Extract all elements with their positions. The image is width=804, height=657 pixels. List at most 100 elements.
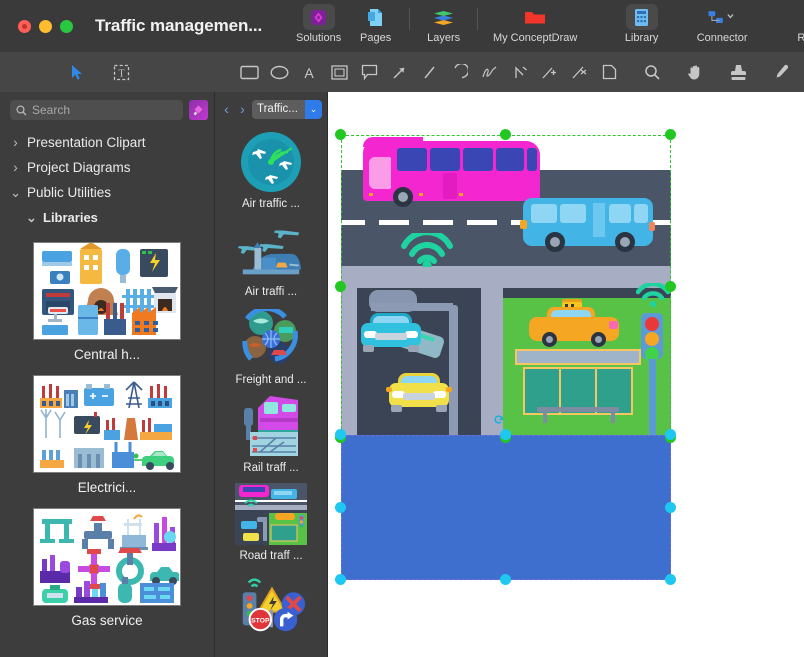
- shape-handle-nw[interactable]: [335, 429, 346, 440]
- item-label: Air traffic ...: [242, 198, 300, 210]
- library-thumb-electricity[interactable]: Electrici...: [0, 375, 214, 495]
- pink-bus-nose: [363, 137, 423, 147]
- toolbar-item-library[interactable]: Library: [613, 0, 670, 50]
- delete-point-tool[interactable]: [564, 58, 594, 86]
- library-item-road-traffic[interactable]: Road traff ...: [215, 480, 327, 562]
- toolbar-item-layers[interactable]: Layers: [415, 0, 472, 50]
- selection-handle-nw[interactable]: [335, 129, 346, 140]
- text-select-tool[interactable]: T: [106, 58, 136, 86]
- pages-document-icon: [360, 4, 392, 30]
- frame-tool[interactable]: [324, 58, 354, 86]
- sidebar-item-libraries[interactable]: ⌄ Libraries: [0, 205, 214, 230]
- arrow-tool[interactable]: [384, 58, 414, 86]
- library-item-list: Air traffic ... Air traffi ... Freight a…: [215, 122, 327, 644]
- thumbnail-label: Electrici...: [77, 480, 137, 495]
- tools-toolbar: T A: [0, 52, 804, 92]
- page-corner-tool[interactable]: [594, 58, 624, 86]
- magnifier-icon[interactable]: [637, 58, 667, 86]
- library-item-air-traffic-airport[interactable]: Air traffi ...: [215, 216, 327, 298]
- svg-text:T: T: [118, 68, 124, 79]
- selection-handle-w[interactable]: [335, 281, 346, 292]
- library-thumb-gas-service[interactable]: Gas service: [0, 508, 214, 628]
- rectangle-tool[interactable]: [234, 58, 264, 86]
- traffic-light: [641, 313, 663, 439]
- road-traffic-illustration[interactable]: [341, 135, 671, 439]
- freehand-tool[interactable]: [474, 58, 504, 86]
- bezier-pen-tool[interactable]: [504, 58, 534, 86]
- sidebar-item-label: Libraries: [43, 210, 98, 225]
- eyedropper-icon[interactable]: [766, 58, 796, 86]
- sidebar-item-project-diagrams[interactable]: › Project Diagrams: [0, 155, 214, 180]
- drawing-canvas[interactable]: [328, 92, 804, 657]
- item-thumbnail: [235, 216, 307, 284]
- stamp-icon[interactable]: [723, 58, 753, 86]
- search-input[interactable]: [32, 103, 178, 117]
- close-button[interactable]: [18, 19, 31, 33]
- add-point-tool[interactable]: [534, 58, 564, 86]
- library-item-air-traffic-radar[interactable]: Air traffic ...: [215, 128, 327, 210]
- thumbnail-image: [33, 242, 181, 340]
- shape-handle-se[interactable]: [665, 574, 676, 585]
- nav-prev-icon[interactable]: ‹: [220, 101, 233, 117]
- arc-tool[interactable]: [444, 58, 474, 86]
- yellow-car: [386, 373, 452, 412]
- toolbar-divider-2: [477, 8, 479, 30]
- pointer-tool[interactable]: [62, 58, 92, 86]
- callout-tool[interactable]: [354, 58, 384, 86]
- top-toolbar: Solutions Pages Layers My ConceptDraw Li…: [290, 0, 804, 52]
- library-item-freight-and-logistics[interactable]: Freight and ...: [215, 304, 327, 386]
- rotate-handle-secondary-icon[interactable]: [493, 414, 504, 428]
- selection-handle-e[interactable]: [665, 281, 676, 292]
- ellipse-tool[interactable]: [264, 58, 294, 86]
- selection-handle-ne[interactable]: [665, 129, 676, 140]
- chevron-right-icon: ›: [13, 135, 18, 150]
- toolbar-item-connector[interactable]: Connector: [670, 0, 774, 50]
- toolbar-label-library: Library: [624, 32, 659, 44]
- cctv-arm: [371, 303, 453, 311]
- library-thumb-central-heating[interactable]: Central h...: [0, 242, 214, 362]
- library-item-rail-traffic[interactable]: Rail traff ...: [215, 392, 327, 474]
- toolbar-item-solutions[interactable]: Solutions: [290, 0, 347, 50]
- shape-handle-w[interactable]: [335, 502, 346, 513]
- solutions-diamond-icon: [302, 4, 335, 30]
- shape-handle-n[interactable]: [500, 429, 511, 440]
- taxi-cab: [529, 299, 619, 347]
- shape-handle-sw[interactable]: [335, 574, 346, 585]
- item-label: Air traffi ...: [244, 286, 298, 298]
- sidebar-item-presentation-clipart[interactable]: › Presentation Clipart: [0, 130, 214, 155]
- toolbar-item-pages[interactable]: Pages: [347, 0, 404, 50]
- nav-next-icon[interactable]: ›: [236, 101, 249, 117]
- item-label: Rail traff ...: [243, 462, 299, 474]
- minimize-button[interactable]: [39, 19, 52, 33]
- zoom-button[interactable]: [60, 19, 73, 33]
- cyan-car: [361, 313, 421, 352]
- selection-handle-n[interactable]: [500, 129, 511, 140]
- library-selector[interactable]: Traffic... ⌄: [252, 99, 322, 119]
- thumbnail-label: Gas service: [71, 613, 143, 628]
- text-tool[interactable]: A: [294, 58, 324, 86]
- sidebar-item-label: Presentation Clipart: [27, 135, 146, 150]
- search-box[interactable]: [10, 100, 184, 120]
- sidebar-item-label: Project Diagrams: [27, 160, 131, 175]
- line-tool[interactable]: [414, 58, 444, 86]
- shape-handle-s[interactable]: [500, 574, 511, 585]
- toolbar-item-my-conceptdraw[interactable]: My ConceptDraw: [483, 0, 587, 50]
- shape-handle-e[interactable]: [665, 502, 676, 513]
- layers-stack-icon: [428, 4, 460, 30]
- app-window: Traffic managemen... Solutions Pages Lay…: [0, 0, 804, 657]
- solution-gem-icon[interactable]: [189, 100, 208, 120]
- sidebar-item-public-utilities[interactable]: ⌄ Public Utilities: [0, 180, 214, 205]
- shape-handle-ne[interactable]: [665, 429, 676, 440]
- search-icon: [16, 104, 27, 116]
- blue-rectangle-shape[interactable]: [341, 435, 671, 580]
- chevron-down-icon[interactable]: ⌄: [305, 99, 322, 119]
- svg-text:STOP: STOP: [251, 617, 270, 624]
- toolbar-item-rapid-draw[interactable]: Rapid Draw: [774, 0, 804, 50]
- library-grid-icon: [625, 4, 658, 30]
- library-item-traffic-signs[interactable]: STOP: [215, 568, 327, 638]
- hand-icon[interactable]: [680, 58, 710, 86]
- sidebar-thumbnail-list: Central h... Electrici... Gas service: [0, 230, 214, 657]
- item-thumbnail: STOP: [235, 568, 307, 636]
- main-body: › Presentation Clipart › Project Diagram…: [0, 92, 804, 657]
- chevron-down-icon: ⌄: [9, 184, 22, 200]
